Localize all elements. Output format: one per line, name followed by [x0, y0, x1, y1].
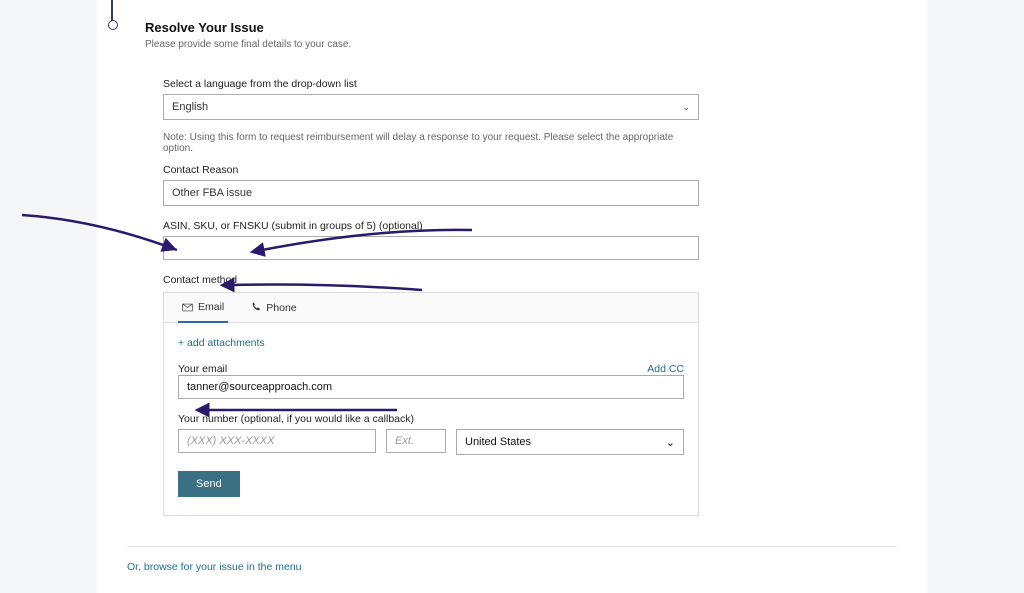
reason-label: Contact Reason	[163, 164, 699, 176]
phone-icon	[250, 302, 261, 313]
chevron-down-icon: ⌄	[682, 102, 690, 113]
ext-input[interactable]	[386, 429, 446, 453]
page-title: Resolve Your Issue	[145, 20, 897, 35]
chevron-down-icon: ⌄	[666, 436, 675, 449]
tab-phone-label: Phone	[266, 302, 296, 314]
add-cc-link[interactable]: Add CC	[647, 363, 684, 375]
your-number-label: Your number (optional, if you would like…	[178, 413, 684, 425]
tab-phone[interactable]: Phone	[246, 293, 300, 322]
email-icon	[182, 302, 193, 313]
country-select[interactable]: United States ⌄	[456, 429, 684, 455]
tab-email[interactable]: Email	[178, 293, 228, 323]
send-button[interactable]: Send	[178, 471, 240, 497]
divider	[127, 546, 897, 547]
email-value: tanner@sourceapproach.com	[187, 381, 332, 393]
reason-input[interactable]: Other FBA issue	[163, 180, 699, 206]
progress-track	[111, 0, 113, 24]
phone-input[interactable]	[178, 429, 376, 453]
asin-input[interactable]	[163, 236, 699, 260]
browse-menu-link[interactable]: Or, browse for your issue in the menu	[127, 561, 897, 573]
reimbursement-note: Note: Using this form to request reimbur…	[163, 132, 699, 154]
contact-method-label: Contact method	[163, 274, 699, 286]
language-selected: English	[172, 101, 208, 113]
reason-value: Other FBA issue	[172, 187, 252, 199]
language-select[interactable]: English ⌄	[163, 94, 699, 120]
contact-method-card: Email Phone + add attachments Your email…	[163, 292, 699, 516]
page-subtitle: Please provide some final details to you…	[145, 39, 897, 50]
email-input[interactable]: tanner@sourceapproach.com	[178, 375, 684, 399]
country-value: United States	[465, 436, 531, 448]
asin-label: ASIN, SKU, or FNSKU (submit in groups of…	[163, 220, 699, 232]
tab-email-label: Email	[198, 301, 224, 313]
add-attachments-link[interactable]: + add attachments	[178, 337, 265, 349]
your-email-label: Your email	[178, 363, 227, 375]
language-label: Select a language from the drop-down lis…	[163, 78, 699, 90]
